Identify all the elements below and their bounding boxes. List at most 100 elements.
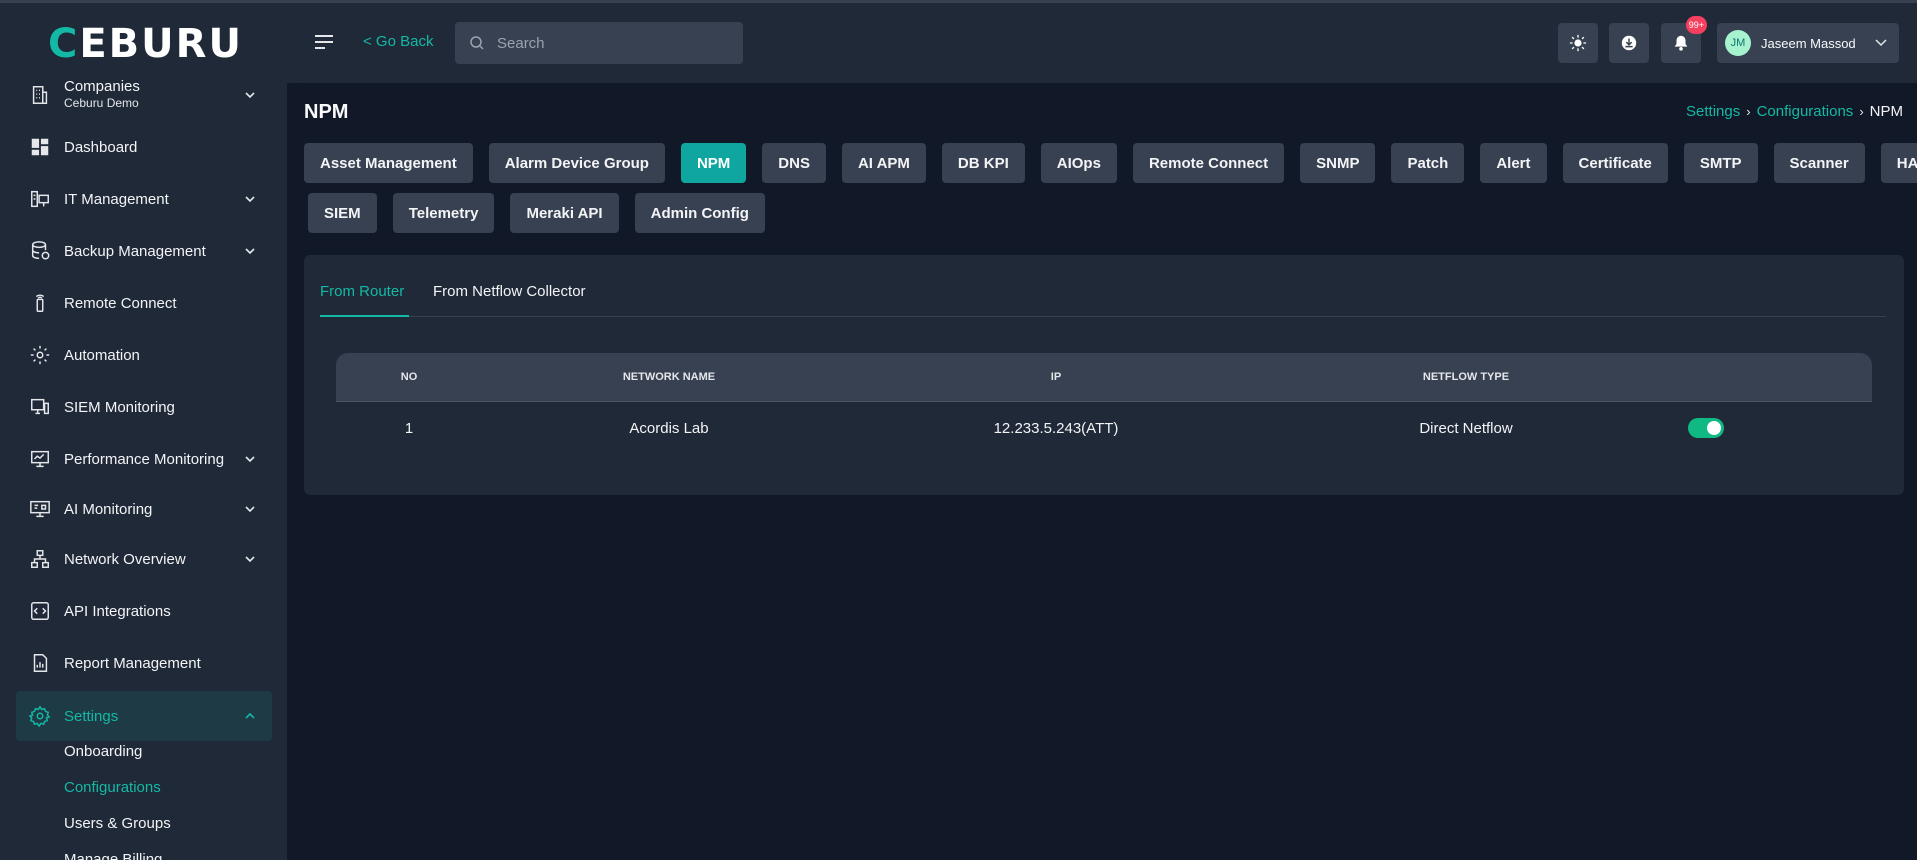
breadcrumb-settings[interactable]: Settings [1686, 103, 1740, 120]
building-icon [28, 83, 52, 107]
sidebar-item-api-integrations[interactable]: API Integrations [16, 587, 272, 635]
sun-icon [1569, 34, 1587, 52]
chevron-down-icon [245, 506, 255, 513]
chevron-down-icon [245, 456, 255, 463]
go-back-link[interactable]: < Go Back [363, 33, 433, 50]
tab-certificate[interactable]: Certificate [1562, 143, 1668, 183]
config-tabs-row-2: SIEM Telemetry Meraki API Admin Config [308, 193, 781, 233]
settings-sub-users-groups[interactable]: Users & Groups [64, 815, 171, 832]
database-icon [28, 239, 52, 263]
tab-meraki-api[interactable]: Meraki API [510, 193, 619, 233]
tab-alarm-device-group[interactable]: Alarm Device Group [488, 143, 665, 183]
sidebar-item-siem-monitoring[interactable]: SIEM Monitoring [16, 383, 272, 431]
automation-gear-icon [28, 343, 52, 367]
tab-telemetry[interactable]: Telemetry [392, 193, 495, 233]
column-header-no: NO [400, 371, 418, 383]
chevron-down-icon [1875, 39, 1887, 47]
sidebar-item-label: Network Overview [64, 550, 186, 568]
notifications-button[interactable]: 99+ [1661, 16, 1707, 63]
api-icon [28, 599, 52, 623]
tab-ha[interactable]: HA [1880, 143, 1917, 183]
cell-ip: 12.233.5.243(ATT) [993, 420, 1119, 437]
menu-toggle-icon[interactable] [313, 33, 335, 51]
download-button[interactable] [1609, 23, 1649, 63]
breadcrumb-configurations[interactable]: Configurations [1757, 103, 1854, 120]
tab-scanner[interactable]: Scanner [1773, 143, 1865, 183]
breadcrumb-separator-icon: › [1859, 104, 1864, 119]
sidebar-item-dashboard[interactable]: Dashboard [16, 123, 272, 171]
netflow-enabled-toggle[interactable] [1688, 418, 1724, 438]
siem-icon [28, 395, 52, 419]
page-title: NPM [304, 101, 349, 123]
sidebar-item-settings[interactable]: Settings [16, 691, 272, 741]
sidebar-item-label: Remote Connect [64, 294, 177, 312]
bell-icon [1674, 35, 1688, 51]
notification-badge: 99+ [1685, 16, 1707, 34]
sidebar-item-ai-monitoring[interactable]: AI Monitoring [16, 485, 272, 533]
tab-snmp[interactable]: SNMP [1300, 143, 1376, 183]
table-row: 1 Acordis Lab 12.233.5.243(ATT) Direct N… [336, 401, 1872, 455]
chevron-down-icon [245, 196, 255, 203]
avatar: JM [1725, 30, 1751, 56]
sidebar-item-label: Automation [64, 346, 140, 364]
network-icon [28, 547, 52, 571]
ai-monitor-icon [28, 497, 52, 521]
sidebar-item-label: IT Management [64, 190, 169, 208]
main-content: NPM Settings › Configurations › NPM Asse… [287, 83, 1917, 860]
tab-patch[interactable]: Patch [1391, 143, 1465, 183]
sidebar-item-companies[interactable]: Companies Ceburu Demo [16, 75, 272, 115]
tab-admin-config[interactable]: Admin Config [634, 193, 765, 233]
tab-aiops[interactable]: AIOps [1040, 143, 1117, 183]
sidebar-item-remote-connect[interactable]: Remote Connect [16, 279, 272, 327]
search-box [455, 22, 743, 64]
theme-toggle-button[interactable] [1558, 23, 1598, 63]
search-icon [470, 36, 484, 50]
breadcrumb: Settings › Configurations › NPM [1686, 103, 1903, 120]
chevron-up-icon [245, 712, 255, 719]
monitor-chart-icon [28, 447, 52, 471]
tab-from-netflow-collector[interactable]: From Netflow Collector [433, 283, 586, 317]
sidebar-item-label: AI Monitoring [64, 500, 153, 518]
sidebar-item-it-management[interactable]: IT Management [16, 175, 272, 223]
column-header-ip: IP [1050, 371, 1062, 383]
cell-no: 1 [404, 420, 414, 437]
app-logo[interactable]: CEBURU [48, 24, 243, 64]
sidebar-item-automation[interactable]: Automation [16, 331, 272, 379]
tab-db-kpi[interactable]: DB KPI [941, 143, 1025, 183]
sidebar-item-label: SIEM Monitoring [64, 398, 175, 416]
sidebar-item-label: Backup Management [64, 242, 206, 260]
report-icon [28, 651, 52, 675]
sidebar-item-backup-management[interactable]: Backup Management [16, 227, 272, 275]
settings-sub-onboarding[interactable]: Onboarding [64, 743, 142, 760]
tab-dns[interactable]: DNS [762, 143, 826, 183]
sidebar-item-label: Settings [64, 707, 119, 725]
tab-ai-apm[interactable]: AI APM [841, 143, 926, 183]
sidebar: CEBURU Companies Ceburu Demo Dashboard I… [0, 3, 287, 860]
tab-npm[interactable]: NPM [680, 143, 747, 183]
cell-netflow-type: Direct Netflow [1419, 420, 1513, 437]
tab-asset-management[interactable]: Asset Management [304, 143, 473, 183]
breadcrumb-current: NPM [1869, 103, 1903, 120]
tab-alert[interactable]: Alert [1480, 143, 1547, 183]
settings-sub-manage-billing[interactable]: Manage Billing [64, 851, 162, 860]
companies-label: Companies [64, 78, 140, 95]
sidebar-item-network-overview[interactable]: Network Overview [16, 535, 272, 583]
user-menu[interactable]: JM Jaseem Massod [1717, 23, 1899, 63]
sidebar-item-report-management[interactable]: Report Management [16, 639, 272, 687]
search-input[interactable] [497, 34, 717, 52]
settings-sub-configurations[interactable]: Configurations [64, 779, 161, 796]
sidebar-item-label: API Integrations [64, 602, 171, 620]
source-tabs: From Router From Netflow Collector [320, 283, 1886, 317]
toggle-knob [1707, 421, 1721, 435]
sidebar-item-label: Report Management [64, 654, 201, 672]
tab-smtp[interactable]: SMTP [1683, 143, 1758, 183]
chevron-down-icon [245, 248, 255, 255]
tab-siem[interactable]: SIEM [308, 193, 377, 233]
chevron-down-icon [245, 556, 255, 563]
cell-network-name: Acordis Lab [629, 420, 709, 437]
tab-remote-connect[interactable]: Remote Connect [1132, 143, 1285, 183]
sidebar-item-performance-monitoring[interactable]: Performance Monitoring [16, 435, 272, 483]
tab-from-router[interactable]: From Router [320, 283, 409, 317]
user-name: Jaseem Massod [1761, 35, 1856, 51]
top-header: < Go Back 99+ JM Jaseem Massod [287, 3, 1917, 83]
